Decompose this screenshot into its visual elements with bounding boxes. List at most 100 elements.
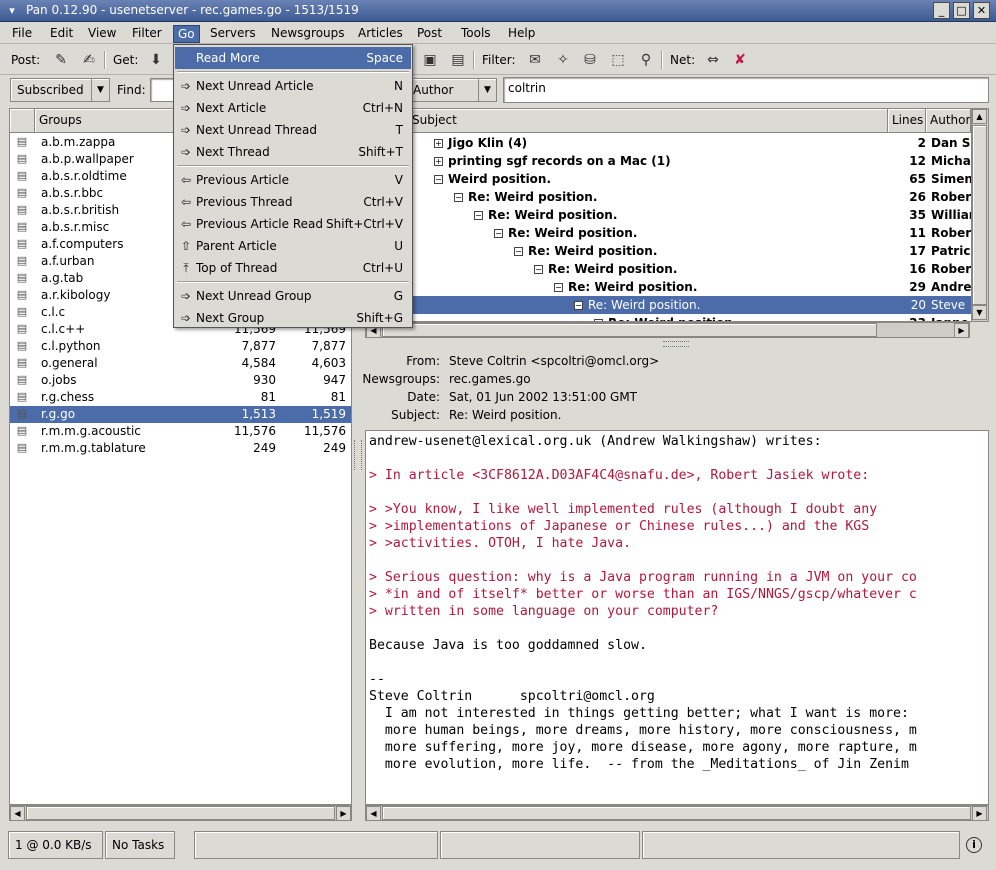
articles-hscrollbar[interactable]: ◀ ▶: [365, 322, 970, 338]
thread-expander-icon[interactable]: −: [514, 247, 523, 256]
article-row[interactable]: − Re: Weird position. 26 Rober: [366, 188, 971, 206]
group-icon-column-header[interactable]: [10, 109, 35, 133]
scroll-left-icon[interactable]: ◀: [366, 806, 381, 821]
menu-articles[interactable]: Articles: [358, 25, 403, 43]
post-article-icon[interactable]: ✎: [51, 50, 71, 70]
article-row[interactable]: −Re: Weird position. 35 William: [366, 206, 971, 224]
menu-file[interactable]: File: [12, 25, 32, 43]
window-titlebar[interactable]: ▾ Pan 0.12.90 - usenetserver - rec.games…: [0, 0, 996, 22]
articles-hscroll-thumb[interactable]: [382, 323, 877, 337]
get-headers-icon[interactable]: ⬇: [146, 50, 166, 70]
thread-expander-icon[interactable]: −: [434, 175, 443, 184]
info-icon[interactable]: i: [966, 837, 982, 853]
menu-item-previous-article[interactable]: ⇦ Previous Article V: [175, 169, 411, 191]
minimize-button[interactable]: _: [933, 2, 950, 19]
article-row[interactable]: − Re: Weird position. 29 Andre: [366, 278, 971, 296]
menu-item-previous-thread[interactable]: ⇦ Previous Thread Ctrl+V: [175, 191, 411, 213]
menu-post[interactable]: Post: [417, 25, 442, 43]
thread-expander-icon[interactable]: −: [554, 283, 563, 292]
save-icon[interactable]: ▣: [420, 50, 440, 70]
article-row[interactable]: − Re: Weird position. 11 Rober: [366, 224, 971, 242]
article-body[interactable]: andrew-usenet@lexical.org.uk (Andrew Wal…: [365, 430, 989, 805]
scroll-down-icon[interactable]: ▼: [972, 305, 987, 320]
chevron-down-icon[interactable]: ▼: [478, 79, 496, 101]
menu-item-next-group[interactable]: ➩ Next Group Shift+G: [175, 307, 411, 329]
menu-item-next-unread-group[interactable]: ➩ Next Unread Group G: [175, 285, 411, 307]
cancel-tasks-icon[interactable]: ✘: [730, 50, 750, 70]
thread-expander-icon[interactable]: −: [574, 301, 583, 310]
menu-item-next-thread[interactable]: ➩ Next Thread Shift+T: [175, 141, 411, 163]
articles-vscroll-thumb[interactable]: [972, 125, 987, 305]
scroll-right-icon[interactable]: ▶: [954, 323, 969, 338]
article-row[interactable]: − Weird position. 65 Simen: [366, 170, 971, 188]
menu-tools[interactable]: Tools: [461, 25, 491, 43]
menu-item-previous-article-read[interactable]: ⇦ Previous Article Read Shift+Ctrl+V: [175, 213, 411, 235]
filter-new-icon[interactable]: ✧: [553, 50, 573, 70]
article-row[interactable]: + printing sgf records on a Mac (1) 12 Mich…: [366, 152, 971, 170]
menu-filter[interactable]: Filter: [132, 25, 162, 43]
pane-splitter[interactable]: [354, 440, 362, 470]
article-author: Rober: [931, 226, 971, 240]
menu-go[interactable]: Go: [173, 25, 200, 43]
article-row[interactable]: −Re: Weird position. 17 Patrick: [366, 242, 971, 260]
subject-column-header[interactable]: Subject: [366, 109, 888, 133]
menu-help[interactable]: Help: [508, 25, 535, 43]
menu-newsgroups[interactable]: Newsgroups: [271, 25, 345, 43]
group-row[interactable]: ▤ r.m.m.g.acoustic 11,576 11,576: [10, 423, 351, 440]
group-row[interactable]: ▤ r.g.chess 81 81: [10, 389, 351, 406]
body-hscrollbar[interactable]: ◀ ▶: [365, 805, 989, 821]
menu-separator: [177, 281, 409, 283]
filter-watched-icon[interactable]: ⚲: [636, 50, 656, 70]
save-as-icon[interactable]: ▤: [448, 50, 468, 70]
group-row[interactable]: ▤ o.jobs 930 947: [10, 372, 351, 389]
thread-expander-icon[interactable]: +: [434, 139, 443, 148]
followup-icon[interactable]: ✍: [79, 50, 99, 70]
thread-expander-icon[interactable]: −: [454, 193, 463, 202]
menu-item-next-unread-article[interactable]: ➩ Next Unread Article N: [175, 75, 411, 97]
article-row[interactable]: − Re: Weird position. 20 Steve: [366, 296, 971, 314]
filter-unread-icon[interactable]: ✉: [525, 50, 545, 70]
article-row[interactable]: + Jigo Klin (4) 2 Dan S: [366, 134, 971, 152]
thread-expander-icon[interactable]: −: [494, 229, 503, 238]
article-row[interactable]: − Re: Weird position. 16 Rober: [366, 260, 971, 278]
scroll-left-icon[interactable]: ◀: [10, 806, 25, 821]
group-row[interactable]: ▤ c.l.python 7,877 7,877: [10, 338, 351, 355]
menu-item-next-article[interactable]: ➩ Next Article Ctrl+N: [175, 97, 411, 119]
author-column-header[interactable]: Author: [926, 109, 971, 133]
article-list[interactable]: Subject Lines Author + Jigo Klin (4) 2 Dan …: [365, 108, 989, 322]
scroll-up-icon[interactable]: ▲: [972, 109, 987, 124]
scroll-right-icon[interactable]: ▶: [336, 806, 351, 821]
groups-hscrollbar[interactable]: ◀ ▶: [9, 805, 352, 821]
filter-complete-icon[interactable]: ⬚: [608, 50, 628, 70]
window-menu-icon[interactable]: ▾: [4, 3, 20, 19]
article-row[interactable]: −Re: Weird position. 23 Janne: [366, 314, 971, 321]
thread-expander-icon[interactable]: +: [434, 157, 443, 166]
group-filter-combo[interactable]: Subscribed ▼: [10, 78, 110, 102]
menu-servers[interactable]: Servers: [210, 25, 256, 43]
group-row[interactable]: ▤ r.g.go 1,513 1,519: [10, 406, 351, 423]
menu-edit[interactable]: Edit: [50, 25, 73, 43]
group-find-input[interactable]: [150, 78, 175, 102]
menu-item-read-more[interactable]: Read More Space: [175, 47, 411, 69]
body-hscroll-thumb[interactable]: [382, 806, 971, 820]
maximize-button[interactable]: □: [953, 2, 970, 19]
scroll-right-icon[interactable]: ▶: [972, 806, 987, 821]
status-tasks[interactable]: No Tasks: [105, 831, 175, 859]
connect-icon[interactable]: ⇔: [703, 50, 723, 70]
group-row[interactable]: ▤ o.general 4,584 4,603: [10, 355, 351, 372]
menu-item-next-unread-thread[interactable]: ➩ Next Unread Thread T: [175, 119, 411, 141]
filter-cached-icon[interactable]: ⛁: [580, 50, 600, 70]
close-button[interactable]: ✕: [973, 2, 990, 19]
thread-expander-icon[interactable]: −: [474, 211, 483, 220]
articles-vscrollbar[interactable]: ▲ ▼: [971, 109, 988, 321]
menu-item-top-of-thread[interactable]: ⤒ Top of Thread Ctrl+U: [175, 257, 411, 279]
group-row[interactable]: ▤ r.m.m.g.tablature 249 249: [10, 440, 351, 457]
chevron-down-icon[interactable]: ▼: [91, 79, 109, 101]
lines-column-header[interactable]: Lines: [888, 109, 926, 133]
pane-splitter[interactable]: [663, 341, 689, 347]
thread-expander-icon[interactable]: −: [534, 265, 543, 274]
article-search-input[interactable]: coltrin: [503, 77, 989, 103]
menu-item-parent-article[interactable]: ⇧ Parent Article U: [175, 235, 411, 257]
menu-view[interactable]: View: [88, 25, 116, 43]
groups-hscroll-thumb[interactable]: [26, 806, 335, 820]
